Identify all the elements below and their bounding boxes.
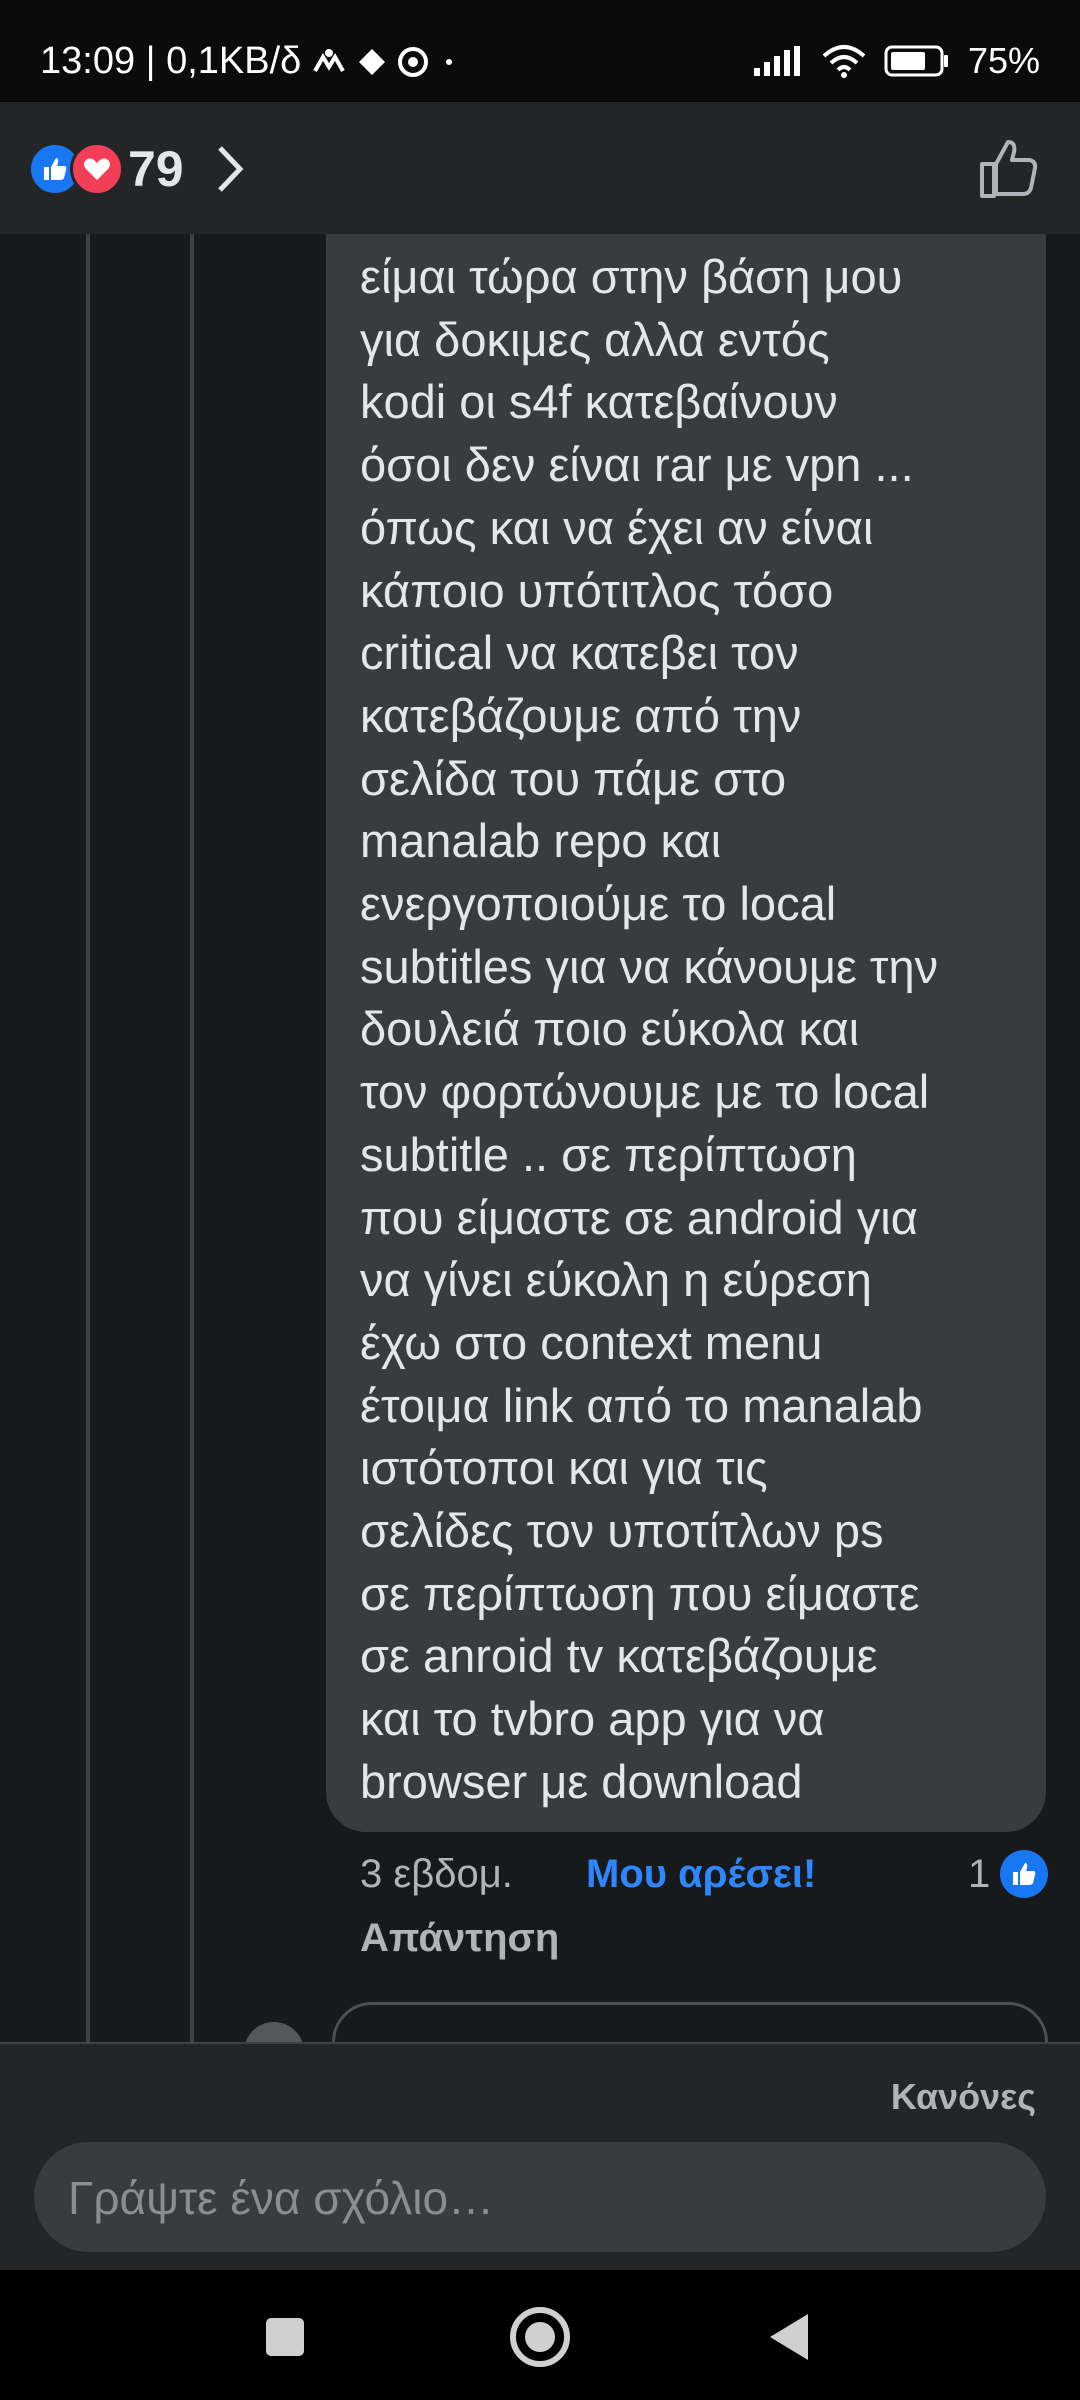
comment-composer[interactable] — [34, 2142, 1046, 2254]
comment-text: είμαι τώρα στην βάση μου για δοκιμες αλλ… — [360, 250, 939, 1808]
chrome-icon — [398, 46, 429, 77]
composer-area: Κανόνες — [0, 2042, 1080, 2272]
status-left: 13:09 | 0,1KB/δ — [40, 40, 459, 83]
dot-icon — [446, 58, 453, 65]
diamond-icon — [359, 48, 386, 75]
home-circle-icon[interactable] — [505, 2302, 575, 2372]
comment-like-count[interactable]: 1 — [968, 1852, 990, 1897]
wifi-icon — [822, 45, 866, 78]
status-bar: 13:09 | 0,1KB/δ 75% — [0, 0, 1080, 102]
like-badge-icon — [1000, 1850, 1048, 1898]
signal-icon — [753, 46, 800, 76]
like-button[interactable]: Μου αρέσει! — [586, 1852, 816, 1897]
reply-button[interactable]: Απάντηση — [360, 1916, 559, 1961]
chevron-right-icon[interactable] — [212, 144, 248, 194]
back-triangle-icon[interactable] — [756, 2302, 826, 2372]
navigation-bar — [0, 2270, 1080, 2400]
reactions-header: 79 — [0, 102, 1080, 234]
reaction-count[interactable]: 79 — [128, 140, 184, 198]
thread-line — [86, 234, 90, 2042]
like-outline-icon[interactable] — [978, 138, 1040, 200]
battery-level: 75% — [967, 40, 1040, 81]
comment-time[interactable]: 3 εβδομ. — [360, 1852, 513, 1897]
comment-input[interactable] — [66, 2142, 1010, 2254]
love-reaction-icon — [70, 142, 124, 196]
status-time-speed: 13:09 | 0,1KB/δ — [40, 40, 302, 82]
battery-icon — [884, 45, 948, 77]
recents-square-icon[interactable] — [250, 2302, 320, 2372]
rules-link[interactable]: Κανόνες — [891, 2076, 1036, 2118]
thread-line — [190, 234, 194, 2042]
wifi-calling-icon — [313, 48, 346, 72]
status-right: 75% — [753, 40, 1040, 82]
